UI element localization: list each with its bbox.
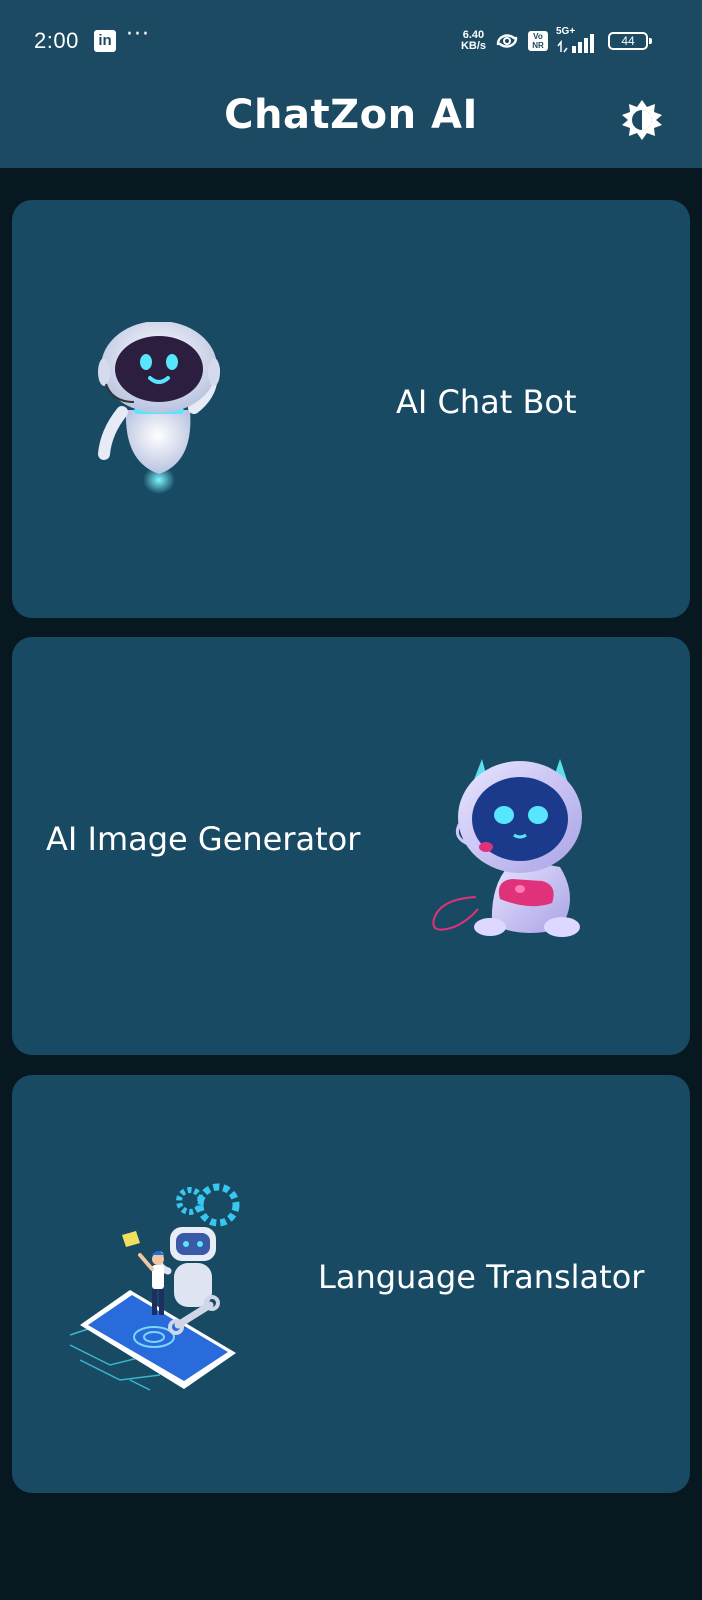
battery-icon: 44 [608, 32, 652, 50]
card-label-ai-chat-bot: AI Chat Bot [396, 383, 577, 421]
robot-waving-illustration [98, 322, 220, 494]
card-ai-chat-bot[interactable]: AI Chat Bot [12, 200, 690, 618]
card-label-ai-image-generator: AI Image Generator [46, 820, 361, 858]
robot-gamer-illustration [432, 759, 582, 937]
more-icon: ··· [126, 22, 150, 47]
app-title: ChatZon AI [224, 92, 478, 138]
card-label-language-translator: Language Translator [318, 1258, 645, 1296]
network-speed: 6.40 KB/s [461, 30, 486, 52]
card-ai-image-generator[interactable]: AI Image Generator [12, 637, 690, 1055]
network-speed-unit: KB/s [460, 40, 486, 52]
brightness-icon [622, 100, 662, 140]
vonr-icon: Vo NR [528, 31, 548, 51]
theme-toggle-button[interactable] [618, 96, 666, 144]
status-indicators: 6.40 KB/s Vo NR 5G+ 44 [461, 26, 652, 56]
app-bar: ChatZon AI [0, 82, 702, 168]
signal-icon: 5G+ [556, 26, 600, 54]
vonr-line-1: Vo [533, 32, 543, 41]
hotspot-icon [496, 34, 518, 48]
person-robot-phone-illustration [69, 1183, 240, 1391]
vonr-line-2: NR [532, 41, 544, 50]
status-time: 2:00 [34, 28, 79, 53]
battery-level: 44 [621, 34, 635, 48]
linkedin-icon: in [94, 30, 116, 52]
card-language-translator[interactable]: Language Translator [12, 1075, 690, 1493]
status-bar: 2:00 in ··· 6.40 KB/s Vo NR 5G+ 44 [0, 0, 702, 82]
